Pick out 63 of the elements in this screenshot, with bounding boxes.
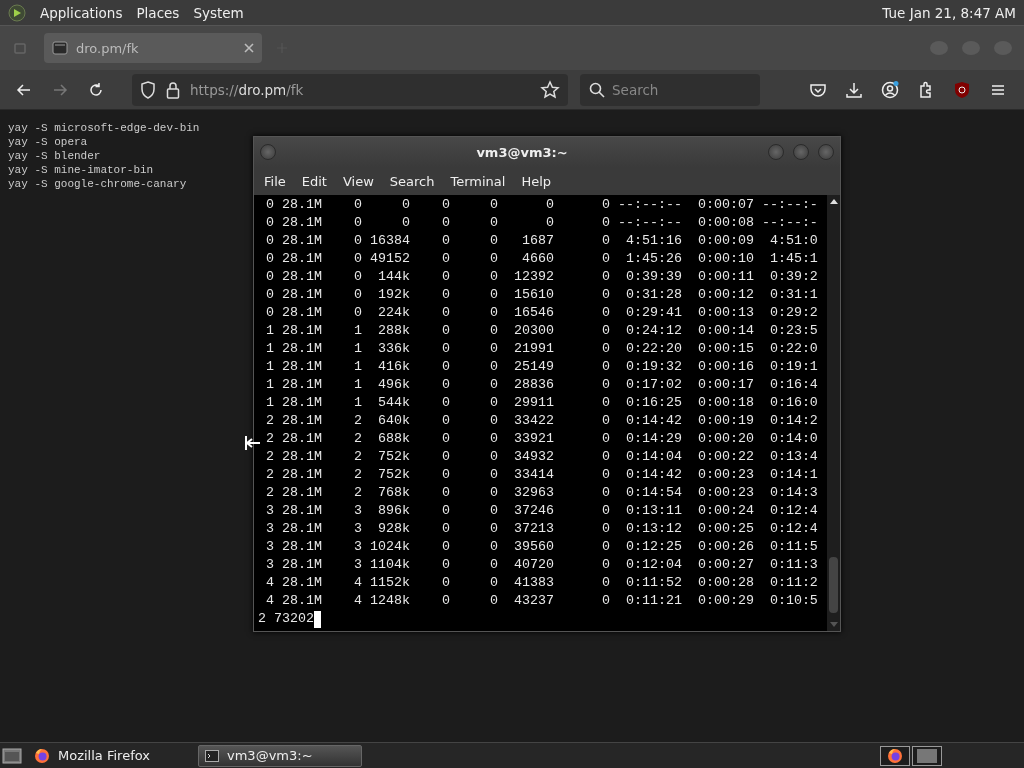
window-title: vm3@vm3:~ [475,144,569,160]
panel-menu[interactable]: Applications [40,4,123,21]
taskbar-button[interactable]: vm3@vm3:~ [198,744,362,767]
shield-badge-icon[interactable] [953,80,971,99]
terminal-line: 0 28.1M 0 0 0 0 0 0 --:--:-- 0:00:07 --:--:- [265,196,818,214]
resize-cursor-icon [244,435,262,451]
show-desktop-icon[interactable] [2,746,22,765]
terminal-line: 3 28.1M 3 1024k 0 0 39560 0 0:12:25 0:00:26 0:11:5 [265,538,818,556]
command-line: yay -S blender [8,149,101,163]
account-icon[interactable] [880,79,900,100]
terminal-line: 2 28.1M 2 768k 0 0 32963 0 0:14:54 0:00:23 0:14:3 [265,484,818,502]
command-line: yay -S opera [8,135,88,149]
star-icon[interactable] [540,79,560,100]
menu-item[interactable]: View [334,173,382,189]
terminal-line: 1 28.1M 1 336k 0 0 21991 0 0:22:20 0:00:15 0:22:0 [265,340,818,358]
logo-icon[interactable] [8,3,26,22]
terminal-line: 4 28.1M 4 1248k 0 0 43237 0 0:11:21 0:00:29 0:10:5 [265,592,818,610]
clock[interactable]: Tue Jan 21, 8:47 AM [882,4,1016,21]
menu-item[interactable]: Search [381,173,443,189]
terminal-line: 2 28.1M 2 752k 0 0 33414 0 0:14:42 0:00:23 0:14:1 [265,466,818,484]
scrollbar[interactable] [827,195,840,631]
terminal-line: 0 28.1M 0 49152 0 0 4660 0 1:45:26 0:00:10 1:45:1 [265,250,818,268]
terminal-line: 1 28.1M 1 416k 0 0 25149 0 0:19:32 0:00:16 0:19:1 [265,358,818,376]
workspace-button[interactable] [880,745,910,766]
search-icon [589,81,605,98]
terminal-line: 0 28.1M 0 16384 0 0 1687 0 4:51:16 0:00:09 4:51:0 [265,232,818,250]
command-line: yay -S mine-imator-bin [8,163,154,177]
browser-tab[interactable]: dro.pm/fk [44,33,262,63]
shield-icon[interactable] [140,80,156,99]
terminal-line: 0 28.1M 0 0 0 0 0 0 --:--:-- 0:00:08 --:--:- [265,214,818,232]
terminal-line: 0 28.1M 0 192k 0 0 15610 0 0:31:28 0:00:12 0:31:1 [265,286,818,304]
text-cursor [314,610,321,628]
terminal-line: 1 28.1M 1 544k 0 0 29911 0 0:16:25 0:00:18 0:16:0 [265,394,818,412]
terminal-line: 2 28.1M 2 752k 0 0 34932 0 0:14:04 0:00:22 0:13:4 [265,448,818,466]
favicon-icon [52,40,68,56]
terminal-line: 3 28.1M 3 928k 0 0 37213 0 0:13:12 0:00:25 0:12:4 [265,520,818,538]
lock-icon[interactable] [166,80,180,99]
terminal-line: 1 28.1M 1 496k 0 0 28836 0 0:17:02 0:00:17 0:16:4 [265,376,818,394]
terminal-line: 4 28.1M 4 1152k 0 0 41383 0 0:11:52 0:00:28 0:11:2 [265,574,818,592]
terminal-line: 2 28.1M 2 640k 0 0 33422 0 0:14:42 0:00:19 0:14:2 [265,412,818,430]
address-bar[interactable]: https://dro.pm/fk [132,73,568,106]
terminal-line: 0 28.1M 0 224k 0 0 16546 0 0:29:41 0:00:13 0:29:2 [265,304,818,322]
terminal-line: 3 28.1M 3 896k 0 0 37246 0 0:13:11 0:00:24 0:12:4 [265,502,818,520]
terminal-icon [205,749,219,762]
terminal-line: 1 28.1M 1 288k 0 0 20300 0 0:24:12 0:00:14 0:23:5 [265,322,818,340]
panel-menu[interactable]: Places [136,4,180,21]
command-line: yay -S google-chrome-canary [8,177,187,191]
menu-item[interactable]: Help [513,173,560,189]
firefox-icon [887,747,903,764]
terminal-line: 3 28.1M 3 1104k 0 0 40720 0 0:12:04 0:00:27 0:11:3 [265,556,818,574]
terminal-line: 0 28.1M 0 144k 0 0 12392 0 0:39:39 0:00:11 0:39:2 [265,268,818,286]
close-tab-icon[interactable] [244,43,254,53]
terminal-line: 2 28.1M 2 688k 0 0 33921 0 0:14:29 0:00:20 0:14:0 [265,430,818,448]
taskbar-button[interactable]: Mozilla Firefox [28,744,192,767]
panel-menu[interactable]: System [193,4,244,21]
search-field[interactable]: Search [580,73,760,106]
menu-item[interactable]: Terminal [442,173,514,189]
workspace-button[interactable] [912,745,942,766]
command-line: yay -S microsoft-edge-dev-bin [8,121,200,135]
terminal-line: 2 73202 [258,610,314,628]
menu-item[interactable]: File [256,173,294,189]
firefox-icon [34,747,50,764]
menu-item[interactable]: Edit [293,173,335,189]
